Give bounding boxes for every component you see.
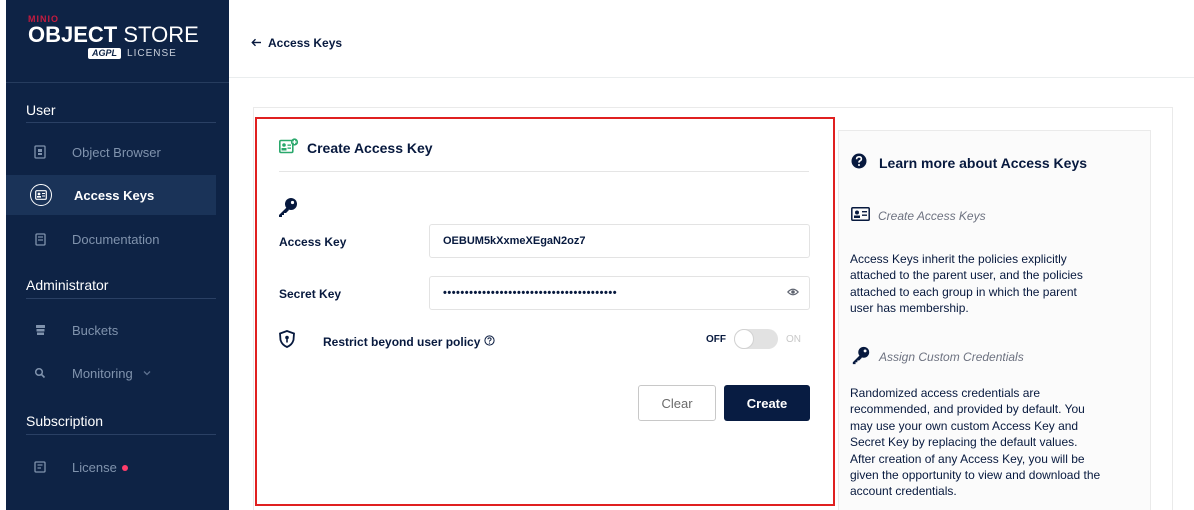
access-keys-icon [851,207,870,224]
sidebar: MINIO OBJECT STORE AGPL LICENSE User Obj… [6,0,229,510]
back-link[interactable]: Access Keys [251,36,342,50]
form-title: Create Access Key [279,138,433,157]
help-create-heading-text: Create Access Keys [878,208,986,223]
toggle-on-label: ON [786,333,801,345]
question-circle-icon [851,153,867,172]
agpl-badge: AGPL [88,48,122,59]
help-create-text: Access Keys inherit the policies explici… [850,252,1083,316]
form-title-text: Create Access Key [307,139,433,156]
back-link-label: Access Keys [268,36,343,50]
restrict-policy-toggle[interactable] [734,329,778,349]
license-icon [30,457,50,477]
sidebar-item-label: Buckets [72,322,119,338]
restrict-policy-toggle-group: OFF ON [706,329,801,349]
clear-button[interactable]: Clear [638,385,716,421]
toggle-off-label: OFF [706,333,726,345]
restrict-policy-label: Restrict beyond user policy [323,334,481,349]
secret-key-value: •••••••••••••••••••••••••••••••••••••••• [443,287,618,299]
arrow-left-icon [251,36,262,50]
logo[interactable]: MINIO OBJECT STORE AGPL LICENSE [28,14,218,70]
secret-key-input[interactable]: •••••••••••••••••••••••••••••••••••••••• [429,276,810,310]
sidebar-item-monitoring[interactable]: Monitoring [6,353,216,393]
sidebar-item-object-browser[interactable]: Object Browser [6,132,216,172]
help-custom-text: Randomized access credentials are recomm… [850,386,1101,499]
help-title: Learn more about Access Keys [851,153,1087,172]
secret-key-label: Secret Key [279,287,342,301]
create-access-key-form: Create Access Key Access Key OEBUM5kXxme… [255,117,835,506]
logo-product: OBJECT STORE [28,22,199,47]
sidebar-item-documentation[interactable]: Documentation [6,219,216,259]
chevron-down-icon [143,368,151,378]
access-key-label: Access Key [279,235,347,249]
notification-dot [121,465,128,472]
section-administrator: Administrator [26,277,109,293]
help-create-heading: Create Access Keys [851,207,986,224]
section-subscription: Subscription [26,413,104,429]
restrict-policy-row: Restrict beyond user policy [279,330,495,353]
help-title-text: Learn more about Access Keys [879,154,1088,171]
access-key-value: OEBUM5kXxmeXEgaN2oz7 [443,235,586,247]
key-icon [851,345,871,368]
sidebar-item-license[interactable]: License [6,447,216,487]
toggle-knob [734,329,754,349]
documentation-icon [30,229,50,249]
sidebar-item-label: License [72,460,128,475]
help-icon[interactable] [484,333,495,351]
sidebar-item-label: Monitoring [72,365,133,381]
create-button[interactable]: Create [724,385,810,421]
access-key-input[interactable]: OEBUM5kXxmeXEgaN2oz7 [429,224,810,258]
help-custom-heading-text: Assign Custom Credentials [879,349,1024,364]
sidebar-item-label: Documentation [72,231,160,247]
page-header: Access Keys [229,0,1194,78]
access-keys-icon [30,184,52,206]
section-divider [26,434,216,435]
shield-icon [279,330,295,353]
section-divider [26,122,216,123]
key-icon [277,196,299,223]
object-browser-icon [30,142,50,162]
sidebar-item-access-keys[interactable]: Access Keys [6,175,216,215]
help-custom-heading: Assign Custom Credentials [851,345,1024,368]
add-access-key-icon [279,138,299,157]
sidebar-item-buckets[interactable]: Buckets [6,310,216,350]
section-user: User [26,102,56,118]
form-title-divider [279,171,809,172]
sidebar-divider [6,82,229,83]
monitoring-icon [30,363,50,383]
sidebar-item-label: Object Browser [72,144,161,160]
eye-icon[interactable] [786,287,800,300]
sidebar-item-label: Access Keys [74,187,155,203]
license-text: LICENSE [127,48,177,59]
help-panel: Learn more about Access Keys Create Acce… [838,130,1151,510]
buckets-icon [30,320,50,340]
section-divider [26,298,216,299]
